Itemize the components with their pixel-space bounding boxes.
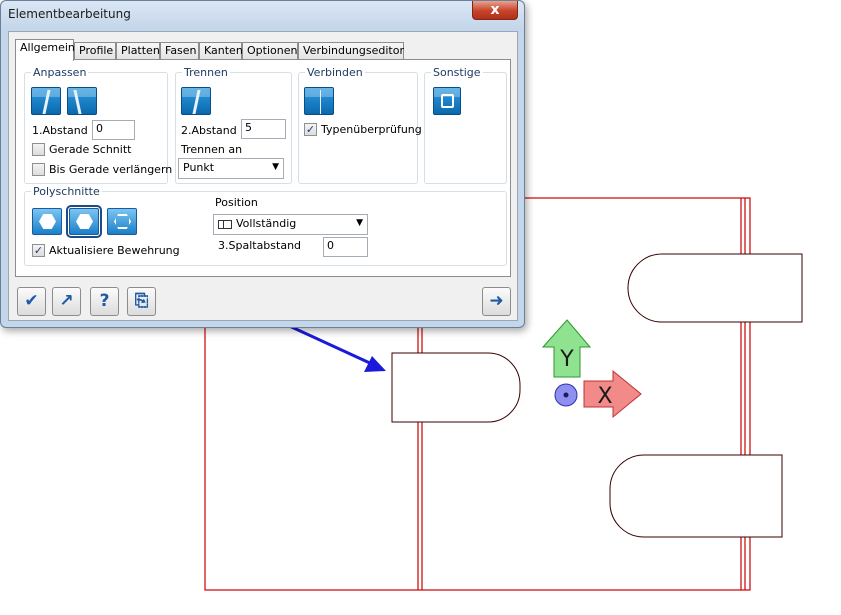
position-select[interactable]: Vollständig ▼ <box>213 214 368 235</box>
group-anpassen-title: Anpassen <box>31 66 89 79</box>
bis-gerade-label: Bis Gerade verlängern <box>49 163 173 176</box>
group-sonstige: Sonstige <box>424 66 507 184</box>
origin-dot <box>563 392 569 398</box>
group-verbinden: Verbinden ✓ Typenüberprüfung <box>298 66 422 184</box>
tab-fasen[interactable]: Fasen <box>160 42 199 60</box>
trennen-an-value: Punkt <box>183 161 215 174</box>
group-polyschnitte: Polyschnitte ✓ Aktualisiere Bewehrung Po… <box>24 185 507 266</box>
profile-shape <box>627 253 803 323</box>
abstand-1-input[interactable]: 0 <box>92 120 135 140</box>
copy-button[interactable]: ⎘ <box>127 287 156 316</box>
close-icon: x <box>490 2 500 18</box>
tab-platten[interactable]: Platten <box>116 42 160 60</box>
tab-allgemein[interactable]: Allgemein <box>15 39 75 61</box>
position-label: Position <box>215 196 258 209</box>
element-editing-dialog: Elementbearbeitung x Allgemein Profile P… <box>0 0 525 328</box>
typenueberpruefung-label: Typenüberprüfung <box>321 123 422 136</box>
abstand-1-label: 1.Abstand <box>32 124 88 137</box>
tab-kanten[interactable]: Kanten <box>199 42 243 60</box>
profile-shape <box>609 454 783 538</box>
spaltabstand-label: 3.Spaltabstand <box>218 239 302 252</box>
check-icon: ✓ <box>33 244 44 257</box>
apply-button[interactable]: ↗ <box>52 287 81 316</box>
help-button[interactable]: ? <box>90 287 119 316</box>
position-icon <box>218 219 232 229</box>
chevron-down-icon: ▼ <box>272 162 279 172</box>
join-icon[interactable] <box>304 87 334 115</box>
ok-button[interactable]: ✔ <box>17 287 46 316</box>
window-title: Elementbearbeitung <box>8 7 131 21</box>
misc-tool-icon[interactable] <box>433 87 461 115</box>
arrow-right-icon: ➜ <box>489 291 504 311</box>
group-verbinden-title: Verbinden <box>305 66 365 79</box>
chevron-down-icon: ▼ <box>356 218 363 228</box>
next-button[interactable]: ➜ <box>482 287 511 316</box>
coordinate-axes: Y X <box>541 319 642 419</box>
apply-icon: ↗ <box>59 291 74 311</box>
gerade-schnitt-label: Gerade Schnitt <box>49 143 132 156</box>
group-trennen-title: Trennen <box>182 66 230 79</box>
tab-panel-allgemein: Anpassen 1.Abstand 0 Gerade Schnitt Bis … <box>15 59 511 277</box>
check-icon: ✔ <box>24 291 39 311</box>
spaltabstand-input[interactable]: 0 <box>323 237 368 257</box>
profile-shape <box>391 352 521 423</box>
fit-extend-icon[interactable] <box>67 87 97 115</box>
split-icon[interactable] <box>181 87 211 115</box>
gerade-schnitt-checkbox[interactable] <box>32 143 45 156</box>
close-button[interactable]: x <box>472 1 518 20</box>
bis-gerade-checkbox[interactable] <box>32 163 45 176</box>
fit-cut-icon[interactable] <box>31 87 61 115</box>
tab-profile[interactable]: Profile <box>74 42 116 60</box>
title-bar[interactable]: Elementbearbeitung x <box>1 1 524 29</box>
check-icon: ✓ <box>305 123 316 136</box>
group-anpassen: Anpassen 1.Abstand 0 Gerade Schnitt Bis … <box>24 66 172 184</box>
y-axis-label: Y <box>559 347 574 372</box>
x-axis-label: X <box>597 384 612 409</box>
copy-icon: ⎘ <box>134 291 149 311</box>
aktualisiere-label: Aktualisiere Bewehrung <box>49 244 180 257</box>
abstand-2-label: 2.Abstand <box>181 124 237 137</box>
dialog-client-area: Allgemein Profile Platten Fasen Kanten O… <box>8 31 518 321</box>
trennen-an-select[interactable]: Punkt ▼ <box>178 158 284 179</box>
polycut-inner-icon[interactable] <box>66 205 102 238</box>
group-sonstige-title: Sonstige <box>431 66 483 79</box>
polycut-full-icon[interactable] <box>32 208 62 235</box>
typenueberpruefung-checkbox[interactable]: ✓ <box>304 123 317 136</box>
aktualisiere-checkbox[interactable]: ✓ <box>32 244 45 257</box>
trennen-an-label: Trennen an <box>181 143 243 156</box>
group-polyschnitte-title: Polyschnitte <box>31 185 102 198</box>
position-value: Vollständig <box>236 217 297 230</box>
abstand-2-input[interactable]: 5 <box>241 119 286 139</box>
tab-optionen[interactable]: Optionen <box>242 42 298 60</box>
help-icon: ? <box>99 291 110 311</box>
polycut-outer-icon[interactable] <box>107 208 137 235</box>
group-trennen: Trennen 2.Abstand 5 Trennen an Punkt ▼ <box>175 66 292 184</box>
tab-verbindungseditor[interactable]: Verbindungseditor <box>298 42 404 60</box>
button-bar: ✔ ↗ ? ⎘ ➜ <box>9 284 517 322</box>
